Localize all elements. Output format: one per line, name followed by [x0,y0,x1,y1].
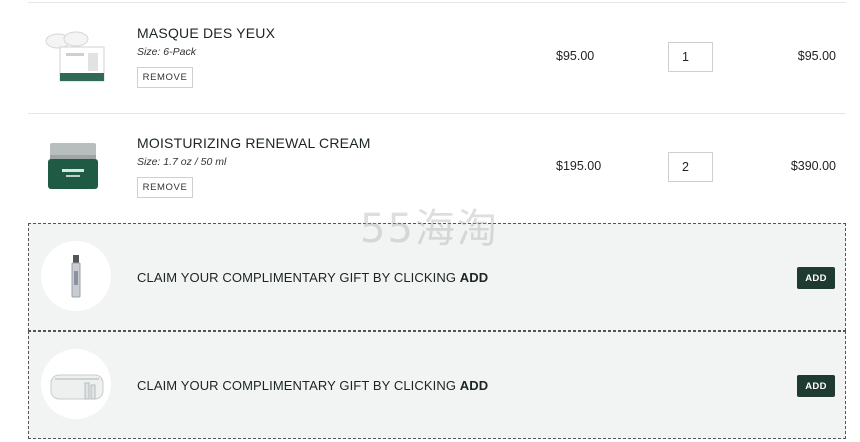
gift-message: CLAIM YOUR COMPLIMENTARY GIFT BY CLICKIN… [137,270,489,285]
add-gift-button[interactable]: ADD [797,267,835,289]
gift-image [41,349,111,419]
add-gift-button[interactable]: ADD [797,375,835,397]
gift-message: CLAIM YOUR COMPLIMENTARY GIFT BY CLICKIN… [137,378,489,393]
product-size: Size: 6-Pack [137,46,196,58]
unit-price: $95.00 [556,49,595,63]
cream-jar-product-image [48,143,98,189]
remove-button[interactable]: REMOVE [137,67,193,88]
quantity-input[interactable] [668,152,713,182]
quantity-input[interactable] [668,42,713,72]
complimentary-gift-offer: CLAIM YOUR COMPLIMENTARY GIFT BY CLICKIN… [28,223,846,331]
unit-price: $195.00 [556,159,602,173]
remove-button[interactable]: REMOVE [137,177,193,198]
line-total: $390.00 [790,159,836,173]
product-name: MASQUE DES YEUX [137,25,276,41]
complimentary-gift-offer: CLAIM YOUR COMPLIMENTARY GIFT BY CLICKIN… [28,331,846,439]
cart-item-row: MASQUE DES YEUX Size: 6-Pack REMOVE $95.… [28,3,846,114]
cosmetic-pouch-icon [50,374,104,400]
line-total: $95.00 [797,49,836,63]
serum-tube-icon [71,255,81,298]
cart-item-row: MOISTURIZING RENEWAL CREAM Size: 1.7 oz … [28,113,846,224]
product-name: MOISTURIZING RENEWAL CREAM [137,135,371,151]
gift-image [41,241,111,311]
product-size: Size: 1.7 oz / 50 ml [137,156,227,168]
eye-mask-product-image [45,31,105,82]
